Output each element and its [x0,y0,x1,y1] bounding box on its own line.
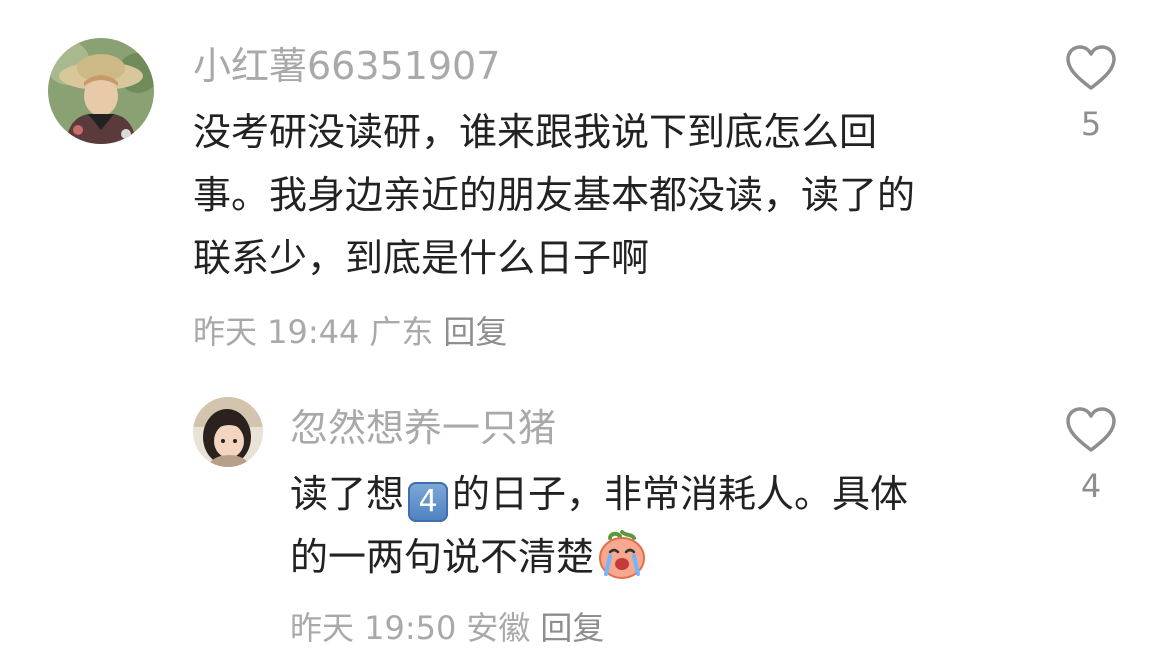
keycap-digit-icon: 4 [408,482,449,522]
comment-time: 昨天 19:50 [290,609,457,647]
comment-content: 没考研没读研，谁来跟我说下到底怎么回 事。我身边亲近的朋友基本都没读，读了的 联… [193,101,1013,290]
avatar-image [48,38,154,144]
avatar[interactable] [193,397,263,467]
comment-text: 的日子，非常消耗人。具体 [452,472,909,516]
comment-line: 读了想 4 的日子，非常消耗人。具体 [290,463,1010,526]
crying-peach-sticker [599,530,646,579]
heart-outline-icon [1066,407,1116,452]
heart-outline-icon [1066,45,1116,90]
comment-text: 读了想 [290,472,405,516]
avatar-image [193,397,263,467]
comment-line: 没考研没读研，谁来跟我说下到底怎么回 [193,110,878,154]
username[interactable]: 小红薯66351907 [193,44,500,88]
username[interactable]: 忽然想养一只猪 [290,406,556,450]
comment-1: 小红薯66351907 没考研没读研，谁来跟我说下到底怎么回 事。我身边亲近的朋… [0,0,1170,370]
comment-time: 昨天 19:44 [193,313,360,351]
comment-line: 的一两句说不清楚 [290,526,1010,589]
comment-2: 忽然想养一只猪 读了想 4 的日子，非常消耗人。具体 的一两句说不清楚 昨天 19:… [0,370,1170,665]
reply-button[interactable]: 回复 [443,313,507,351]
comment-location: 广东 [369,313,434,351]
comment-content: 读了想 4 的日子，非常消耗人。具体 的一两句说不清楚 [290,463,1010,589]
like-count: 4 [1080,467,1102,505]
like-button[interactable]: 5 [1061,44,1121,144]
comment-meta: 昨天 19:50 安徽 回复 [290,608,614,648]
comment-location: 安徽 [466,609,531,647]
like-count: 5 [1080,105,1102,143]
comment-line: 事。我身边亲近的朋友基本都没读，读了的 [193,173,916,217]
avatar[interactable] [48,38,154,144]
comment-text: 的一两句说不清楚 [290,535,595,579]
comment-line: 联系少，到底是什么日子啊 [193,236,650,280]
like-button[interactable]: 4 [1061,406,1121,506]
reply-button[interactable]: 回复 [540,609,604,647]
comment-meta: 昨天 19:44 广东 回复 [193,312,517,352]
